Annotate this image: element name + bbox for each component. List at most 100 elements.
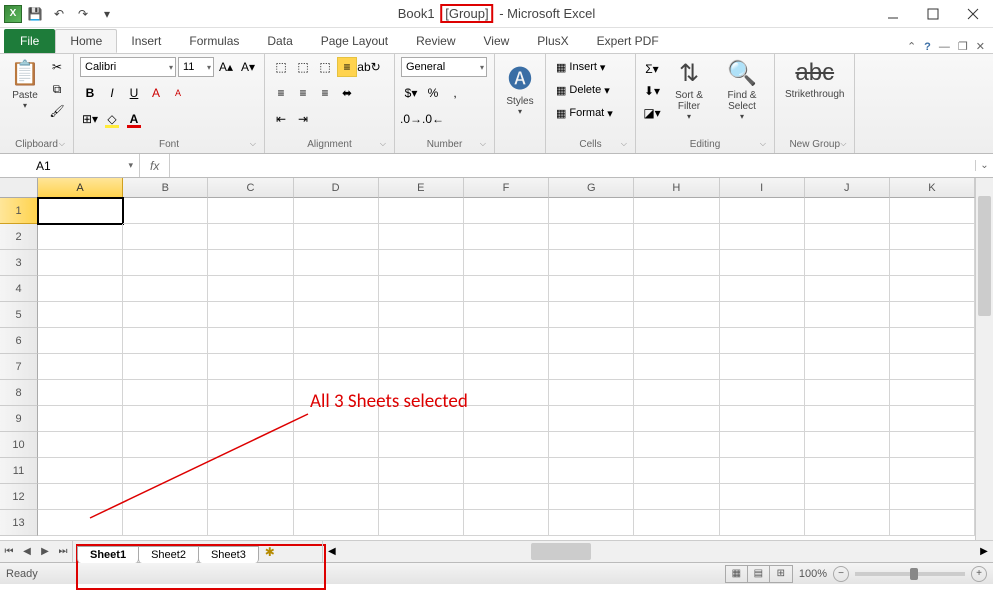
expand-formula-icon[interactable]: ⌄ bbox=[975, 160, 993, 171]
scroll-left-icon[interactable]: ◀ bbox=[323, 541, 341, 562]
tab-review[interactable]: Review bbox=[402, 29, 469, 53]
cells[interactable] bbox=[38, 198, 975, 540]
cell[interactable] bbox=[379, 198, 464, 224]
cell[interactable] bbox=[379, 354, 464, 380]
cell[interactable] bbox=[634, 354, 719, 380]
cell[interactable] bbox=[890, 380, 975, 406]
row-header[interactable]: 4 bbox=[0, 276, 38, 302]
cell[interactable] bbox=[208, 328, 293, 354]
cell[interactable] bbox=[123, 354, 208, 380]
maximize-button[interactable] bbox=[913, 0, 953, 28]
cell[interactable] bbox=[720, 380, 805, 406]
workbook-minimize-icon[interactable]: — bbox=[939, 41, 950, 53]
increase-decimal-icon[interactable]: .0→ bbox=[401, 109, 421, 129]
cell[interactable] bbox=[720, 406, 805, 432]
format-painter-icon[interactable]: 🖌 bbox=[47, 101, 67, 121]
decrease-decimal-icon[interactable]: .0← bbox=[423, 109, 443, 129]
cell[interactable] bbox=[634, 198, 719, 224]
cell[interactable] bbox=[720, 198, 805, 224]
underline-button[interactable]: U bbox=[124, 83, 144, 103]
cell[interactable] bbox=[123, 276, 208, 302]
cell[interactable] bbox=[123, 432, 208, 458]
cell[interactable] bbox=[294, 458, 379, 484]
cell[interactable] bbox=[123, 302, 208, 328]
tab-first-icon[interactable]: ⏮ bbox=[0, 541, 18, 562]
cell[interactable] bbox=[38, 380, 123, 406]
excel-icon[interactable]: X bbox=[4, 5, 22, 23]
cell[interactable] bbox=[208, 484, 293, 510]
row-header[interactable]: 5 bbox=[0, 302, 38, 328]
zoom-level[interactable]: 100% bbox=[799, 568, 827, 580]
cell[interactable] bbox=[123, 198, 208, 224]
zoom-out-button[interactable]: − bbox=[833, 566, 849, 582]
row-header[interactable]: 2 bbox=[0, 224, 38, 250]
cell[interactable] bbox=[208, 510, 293, 536]
decrease-font-icon[interactable]: A▾ bbox=[238, 57, 258, 77]
cell[interactable] bbox=[634, 276, 719, 302]
cell[interactable] bbox=[890, 484, 975, 510]
cell[interactable] bbox=[464, 484, 549, 510]
normal-view-icon[interactable]: ▦ bbox=[726, 566, 748, 582]
cell[interactable] bbox=[805, 250, 890, 276]
cell[interactable] bbox=[634, 250, 719, 276]
align-left-icon[interactable]: ≡ bbox=[271, 83, 291, 103]
cell[interactable] bbox=[805, 432, 890, 458]
tab-plusx[interactable]: PlusX bbox=[523, 29, 582, 53]
cell[interactable] bbox=[890, 432, 975, 458]
italic-button[interactable]: I bbox=[102, 83, 122, 103]
copy-icon[interactable]: ⧉ bbox=[47, 79, 67, 99]
cell[interactable] bbox=[464, 510, 549, 536]
cell[interactable] bbox=[720, 328, 805, 354]
autosum-icon[interactable]: Σ▾ bbox=[642, 59, 662, 79]
cell[interactable] bbox=[208, 250, 293, 276]
tab-data[interactable]: Data bbox=[253, 29, 306, 53]
insert-cells-button[interactable]: ▦Insert ▾ bbox=[552, 57, 609, 77]
cell[interactable] bbox=[805, 224, 890, 250]
cell[interactable] bbox=[720, 484, 805, 510]
cell[interactable] bbox=[208, 380, 293, 406]
row-header[interactable]: 1 bbox=[0, 198, 38, 224]
cell[interactable] bbox=[890, 510, 975, 536]
cell[interactable] bbox=[38, 198, 123, 224]
cell[interactable] bbox=[720, 354, 805, 380]
align-center-icon[interactable]: ≡ bbox=[293, 83, 313, 103]
minimize-button[interactable] bbox=[873, 0, 913, 28]
tab-page-layout[interactable]: Page Layout bbox=[307, 29, 402, 53]
strikethrough-button[interactable]: abc Strikethrough bbox=[781, 57, 848, 102]
tab-insert[interactable]: Insert bbox=[117, 29, 175, 53]
cell[interactable] bbox=[634, 484, 719, 510]
fill-color-button[interactable]: ◇ bbox=[102, 109, 122, 129]
col-header[interactable]: B bbox=[123, 178, 208, 198]
cell[interactable] bbox=[890, 198, 975, 224]
col-header[interactable]: J bbox=[805, 178, 890, 198]
cell[interactable] bbox=[123, 250, 208, 276]
zoom-handle[interactable] bbox=[910, 568, 918, 580]
cell[interactable] bbox=[805, 276, 890, 302]
cell[interactable] bbox=[464, 276, 549, 302]
cell[interactable] bbox=[38, 510, 123, 536]
vertical-scrollbar[interactable] bbox=[975, 178, 993, 540]
cell[interactable] bbox=[208, 406, 293, 432]
col-header[interactable]: C bbox=[208, 178, 293, 198]
cell[interactable] bbox=[805, 328, 890, 354]
cell[interactable] bbox=[208, 276, 293, 302]
cell[interactable] bbox=[805, 510, 890, 536]
merge-icon[interactable]: ⬌ bbox=[337, 83, 357, 103]
cell[interactable] bbox=[38, 224, 123, 250]
cell[interactable] bbox=[549, 224, 634, 250]
font-grow-icon[interactable]: A bbox=[146, 83, 166, 103]
col-header[interactable]: I bbox=[720, 178, 805, 198]
cell[interactable] bbox=[294, 510, 379, 536]
number-format-combo[interactable]: General bbox=[401, 57, 487, 77]
save-icon[interactable]: 💾 bbox=[24, 3, 46, 25]
cell[interactable] bbox=[379, 510, 464, 536]
cell[interactable] bbox=[549, 432, 634, 458]
col-header[interactable]: H bbox=[634, 178, 719, 198]
tab-next-icon[interactable]: ▶ bbox=[36, 541, 54, 562]
cell[interactable] bbox=[464, 380, 549, 406]
cell[interactable] bbox=[634, 380, 719, 406]
cell[interactable] bbox=[38, 276, 123, 302]
col-header[interactable]: A bbox=[38, 178, 123, 198]
format-cells-button[interactable]: ▦Format ▾ bbox=[552, 103, 617, 123]
cell[interactable] bbox=[464, 224, 549, 250]
